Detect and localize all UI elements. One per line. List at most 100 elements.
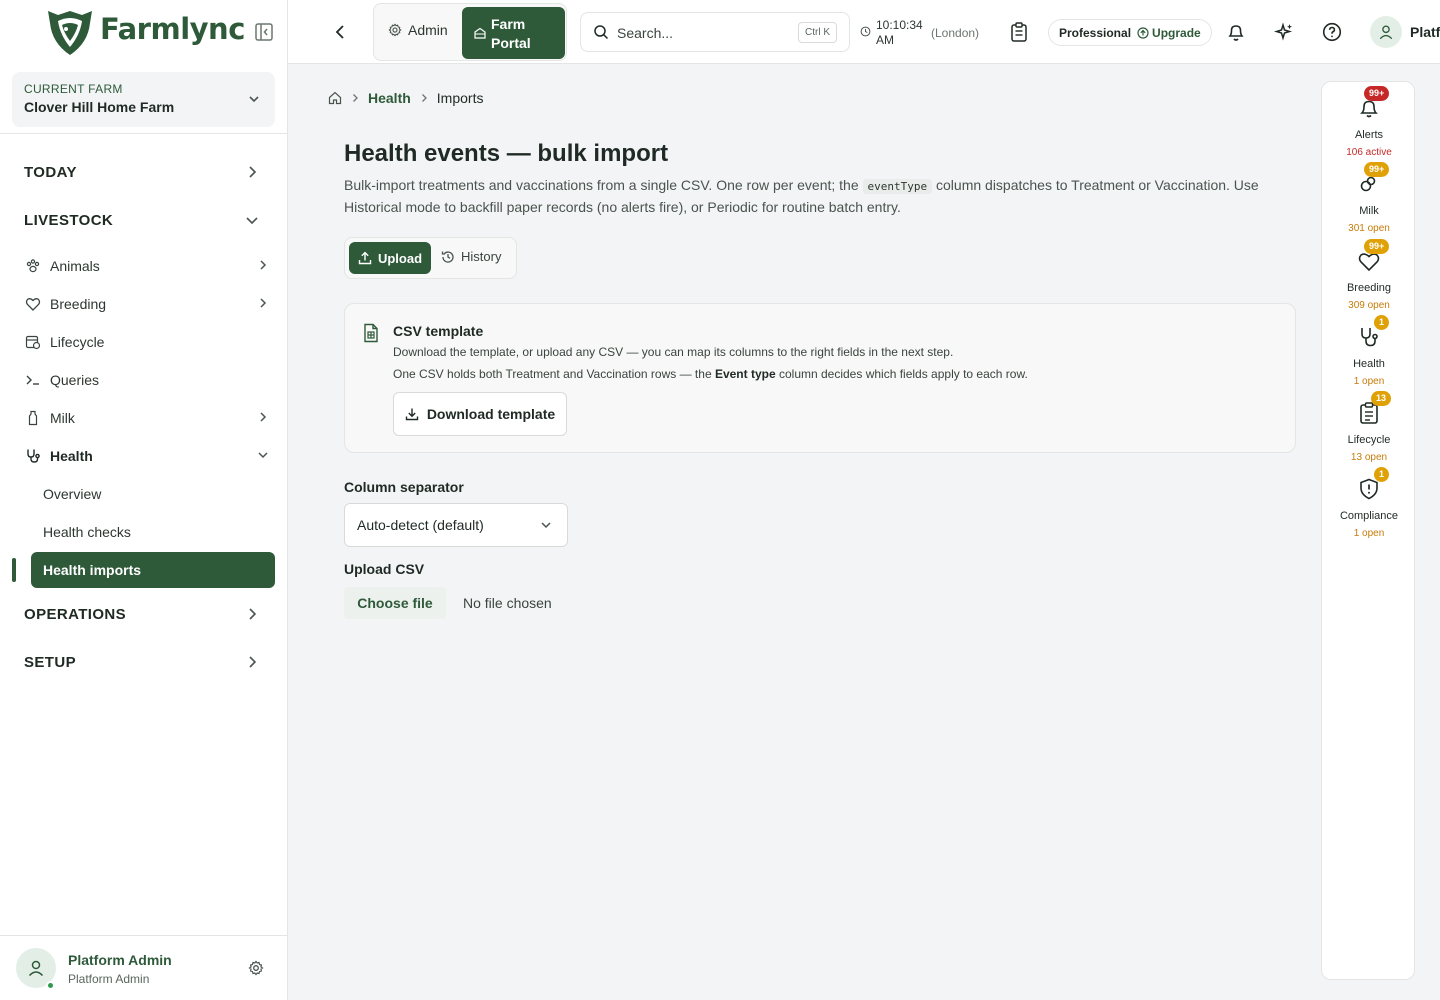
user-role: Platform Admin	[68, 972, 150, 986]
stethoscope-icon	[24, 447, 42, 465]
farm-selector[interactable]: CURRENT FARM Clover Hill Home Farm	[12, 72, 275, 127]
arrow-up-circle-icon	[1137, 26, 1149, 39]
sidebar-item-queries[interactable]: Queries	[24, 369, 274, 391]
paw-icon	[24, 257, 42, 275]
sidebar-item-lifecycle[interactable]: Lifecycle	[24, 331, 274, 353]
plan-badge[interactable]: Professional Upgrade	[1048, 19, 1212, 46]
tab-upload-label: Upload	[377, 250, 423, 266]
spreadsheet-file-icon	[364, 323, 378, 343]
page-description: Bulk-import treatments and vaccinations …	[344, 175, 1284, 217]
nav-section-label: SETUP	[24, 654, 77, 671]
clock-time-line: 10:10:34	[876, 18, 923, 32]
rail-status: 1 open	[1353, 376, 1385, 387]
brand-logo[interactable]: Farmlync	[0, 0, 287, 64]
terminal-icon	[24, 371, 42, 389]
admin-tab[interactable]: Admin	[388, 22, 448, 38]
clock-timezone: (London)	[931, 26, 980, 40]
sidebar-item-label: Queries	[50, 372, 100, 388]
rail-badge: 99+	[1364, 86, 1390, 101]
download-template-label: Download template	[426, 406, 556, 422]
help-icon[interactable]	[1322, 22, 1342, 42]
upgrade-label: Upgrade	[1152, 25, 1201, 40]
cow-logo-icon	[48, 11, 92, 55]
tab-history[interactable]: History	[441, 249, 501, 264]
gear-icon[interactable]	[248, 960, 264, 976]
chevron-down-icon	[258, 452, 268, 459]
card-line: One CSV holds both Treatment and Vaccina…	[393, 367, 1028, 381]
rail-badge: 99+	[1364, 239, 1390, 254]
description-text: Bulk-import treatments and vaccinations …	[344, 177, 863, 193]
download-icon	[405, 408, 419, 421]
sidebar: Farmlync CURRENT FARM Clover Hill Home F…	[0, 0, 288, 1000]
card-text: column decides which fields apply to eac…	[775, 367, 1028, 381]
separator-select[interactable]: Auto-detect (default)	[344, 503, 568, 547]
sidebar-item-health-checks[interactable]: Health checks	[43, 524, 131, 540]
clock-icon	[860, 26, 871, 37]
sidebar-item-breeding[interactable]: Breeding	[24, 293, 274, 315]
search-icon	[594, 25, 609, 40]
rail-badge: 99+	[1364, 162, 1390, 177]
search-input[interactable]: Search... Ctrl K	[580, 12, 850, 52]
nav-section-label: OPERATIONS	[24, 606, 127, 623]
sidebar-item-label: Milk	[50, 410, 75, 426]
user-avatar[interactable]	[1370, 16, 1402, 48]
user-icon	[1379, 25, 1393, 40]
card-line: Download the template, or upload any CSV…	[393, 345, 954, 359]
chevron-down-icon	[249, 96, 259, 103]
choose-file-button[interactable]: Choose file	[344, 587, 446, 619]
clipboard-icon[interactable]	[1010, 22, 1028, 42]
file-status: No file chosen	[463, 595, 552, 611]
upload-icon	[358, 251, 372, 265]
farm-selector-label: CURRENT FARM	[24, 82, 123, 96]
nav-section-today[interactable]: TODAY	[24, 164, 264, 181]
upload-csv-label: Upload CSV	[344, 561, 425, 577]
sidebar-item-health-imports[interactable]: Health imports	[31, 552, 275, 588]
sidebar-item-health-overview[interactable]: Overview	[43, 486, 101, 502]
nav-section-operations[interactable]: OPERATIONS	[24, 606, 264, 623]
tab-upload[interactable]: Upload	[349, 242, 431, 274]
admin-tab-label: Admin	[408, 22, 448, 38]
download-template-button[interactable]: Download template	[393, 392, 567, 436]
milk-bottle-icon	[24, 409, 42, 427]
breadcrumb-current: Imports	[436, 90, 484, 106]
top-user-name[interactable]: Platf	[1410, 24, 1440, 40]
sidebar-item-animals[interactable]: Animals	[24, 255, 274, 277]
farm-name: Clover Hill Home Farm	[24, 99, 175, 115]
farm-portal-label-line: Portal	[491, 35, 531, 51]
chevron-right-icon	[260, 298, 267, 308]
plan-name: Professional	[1059, 25, 1132, 40]
rail-status: 309 open	[1348, 300, 1390, 311]
sidebar-item-milk[interactable]: Milk	[24, 407, 274, 429]
rail-label: Alerts	[1354, 129, 1384, 141]
collapse-sidebar-icon[interactable]	[254, 22, 274, 42]
bell-icon[interactable]	[1226, 22, 1246, 42]
rail-label: Compliance	[1339, 510, 1399, 522]
sparkles-icon[interactable]	[1274, 22, 1294, 42]
sidebar-item-label: Lifecycle	[50, 334, 105, 350]
user-name: Platform Admin	[68, 952, 172, 968]
upgrade-link[interactable]: Upgrade	[1137, 26, 1201, 40]
sidebar-item-health[interactable]: Health	[24, 445, 274, 467]
chevron-right-icon	[421, 94, 427, 102]
gear-icon	[388, 23, 402, 37]
clock-time: 10:10:34 AM	[876, 18, 936, 48]
farm-portal-tab[interactable]: Farm Portal	[462, 7, 565, 59]
heart-icon	[24, 295, 42, 313]
farm-portal-label-line: Farm	[491, 16, 526, 32]
description-code: eventType	[862, 179, 933, 194]
user-icon	[28, 960, 44, 977]
rail-badge: 1	[1374, 467, 1390, 482]
clock-time-line: AM	[876, 33, 894, 47]
breadcrumb-health[interactable]: Health	[368, 90, 411, 106]
back-arrow-icon[interactable]	[332, 22, 348, 42]
farm-portal-label: Farm Portal	[491, 15, 531, 53]
rail-badge: 13	[1371, 391, 1392, 406]
nav-section-livestock[interactable]: LIVESTOCK	[24, 212, 264, 229]
nav-section-setup[interactable]: SETUP	[24, 654, 264, 671]
active-indicator	[12, 558, 16, 582]
rail-status: 301 open	[1348, 223, 1390, 234]
nav-section-label: LIVESTOCK	[24, 212, 114, 229]
rail-status: 13 open	[1350, 452, 1388, 463]
card-emphasis: Event type	[714, 367, 776, 381]
home-icon[interactable]	[328, 91, 342, 105]
